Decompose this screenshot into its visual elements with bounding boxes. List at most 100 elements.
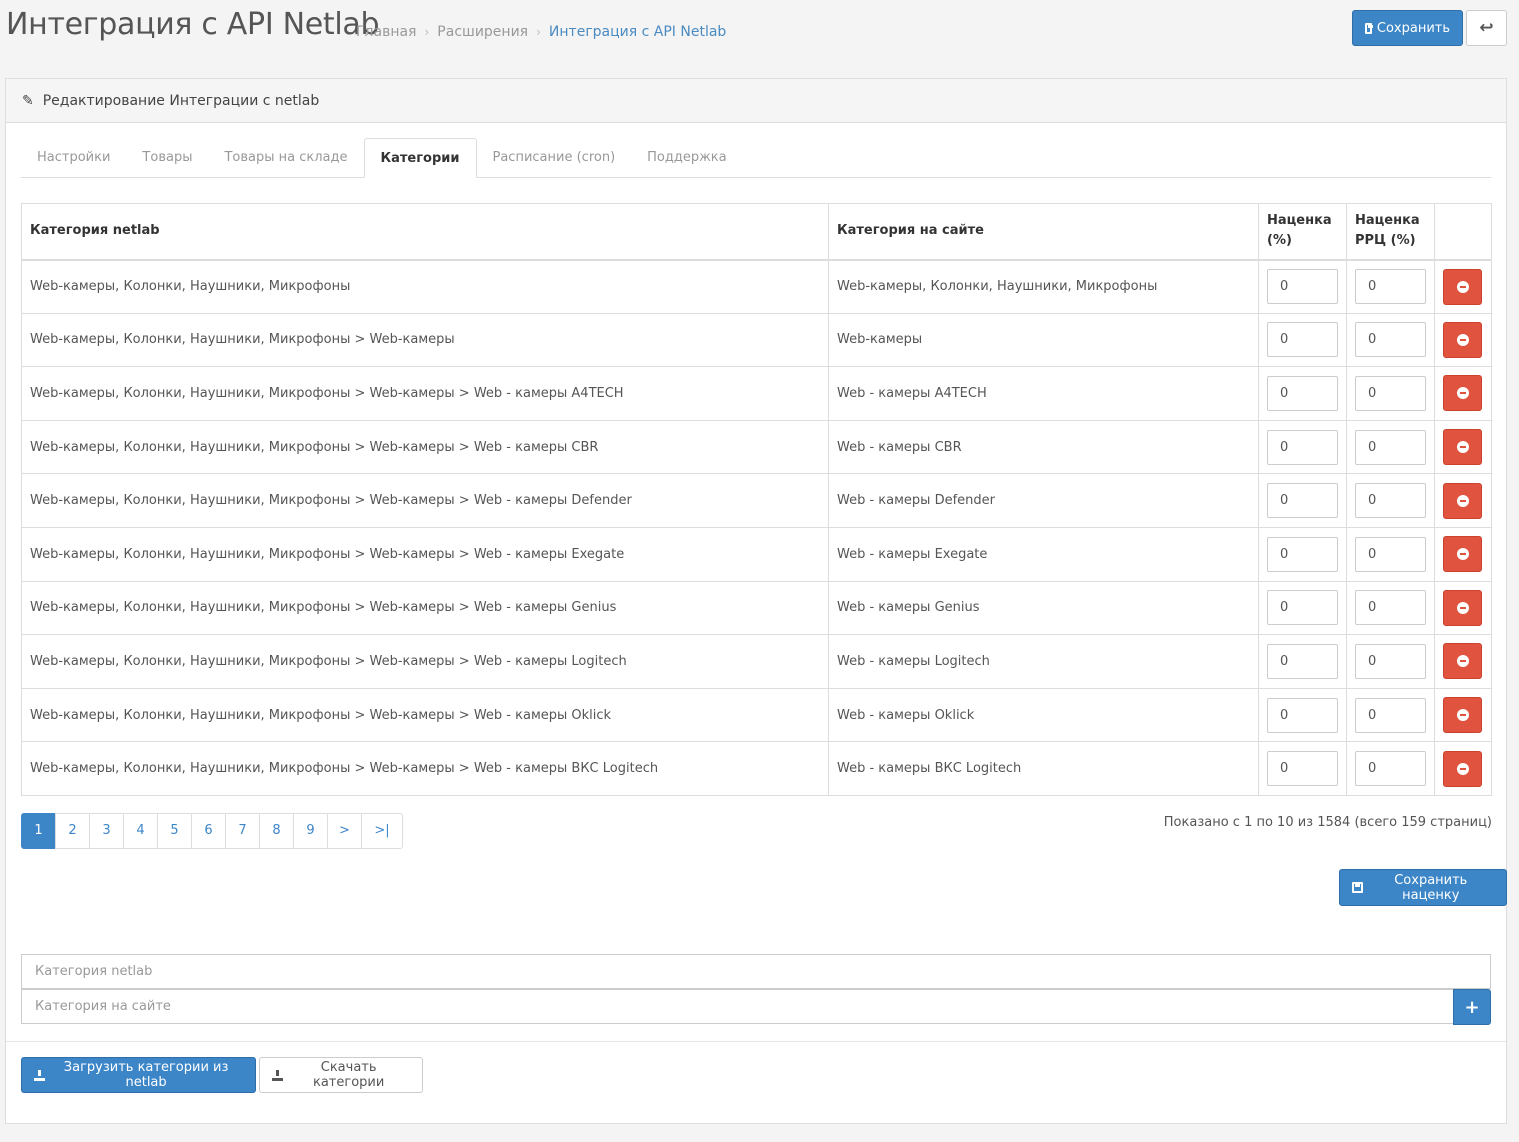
markup-input[interactable] <box>1267 269 1338 305</box>
remove-row-button[interactable] <box>1443 375 1482 412</box>
remove-row-button[interactable] <box>1443 589 1482 626</box>
page-link[interactable]: 3 <box>89 813 124 849</box>
tab-products[interactable]: Товары <box>126 138 208 177</box>
page-link[interactable]: 9 <box>293 813 328 849</box>
markup-input[interactable] <box>1267 483 1338 519</box>
minus-circle-icon <box>1456 387 1469 400</box>
download-icon <box>272 1069 284 1081</box>
breadcrumb-extensions[interactable]: Расширения <box>437 24 528 40</box>
page-link[interactable]: >| <box>361 813 403 849</box>
plus-icon: + <box>1464 996 1480 1018</box>
markup-rrc-input[interactable] <box>1355 590 1426 626</box>
back-button[interactable]: ↩ <box>1466 10 1507 46</box>
remove-row-button[interactable] <box>1443 482 1482 519</box>
breadcrumb-current[interactable]: Интеграция с API Netlab <box>549 24 726 40</box>
tab-settings[interactable]: Настройки <box>21 138 126 177</box>
markup-rrc-input[interactable] <box>1355 429 1426 465</box>
markup-cell <box>1258 366 1347 421</box>
markup-rrc-input[interactable] <box>1355 751 1426 787</box>
tab-bar: Настройки Товары Товары на складе Катего… <box>21 138 1491 178</box>
remove-row-button[interactable] <box>1443 697 1482 734</box>
minus-circle-icon <box>1456 601 1469 614</box>
markup-rrc-input[interactable] <box>1355 375 1426 411</box>
markup-input[interactable] <box>1267 429 1338 465</box>
tab-support[interactable]: Поддержка <box>631 138 743 177</box>
actions-cell <box>1434 259 1492 314</box>
panel-heading: ✎ Редактирование Интеграции с netlab <box>6 79 1506 123</box>
site-category-cell: Web-камеры <box>828 312 1259 368</box>
page-link[interactable]: 5 <box>157 813 192 849</box>
page-link[interactable]: 8 <box>259 813 294 849</box>
panel-heading-text: Редактирование Интеграции с netlab <box>42 92 320 109</box>
markup-cell <box>1258 419 1347 475</box>
markup-input[interactable] <box>1267 643 1338 679</box>
markup-input[interactable] <box>1267 322 1338 358</box>
markup-input[interactable] <box>1267 536 1338 572</box>
header-markup-rrc: Наценка РРЦ (%) <box>1346 203 1435 261</box>
breadcrumb-home[interactable]: Главная <box>356 24 416 40</box>
header-save-label: Сохранить <box>1376 20 1450 36</box>
actions-cell <box>1434 741 1492 796</box>
load-categories-button[interactable]: Загрузить категории из netlab <box>21 1057 256 1093</box>
markup-input[interactable] <box>1267 375 1338 411</box>
pencil-icon: ✎ <box>22 92 34 109</box>
remove-row-button[interactable] <box>1443 321 1482 358</box>
markup-rrc-input[interactable] <box>1355 322 1426 358</box>
site-category-input[interactable] <box>21 989 1454 1024</box>
minus-circle-icon <box>1456 280 1469 293</box>
page-title: Интеграция с API Netlab <box>6 7 380 42</box>
page-link[interactable]: 7 <box>225 813 260 849</box>
remove-row-button[interactable] <box>1443 536 1482 573</box>
actions-cell <box>1434 312 1492 368</box>
save-markup-button[interactable]: Сохранить наценку <box>1339 869 1507 906</box>
page-link[interactable]: 4 <box>123 813 158 849</box>
table-row: Web-камеры, Колонки, Наушники, Микрофоны… <box>21 687 1492 743</box>
table-row: Web-камеры, Колонки, Наушники, Микрофоны… <box>21 259 1492 314</box>
netlab-category-cell: Web-камеры, Колонки, Наушники, Микрофоны… <box>21 312 829 368</box>
netlab-category-cell: Web-камеры, Колонки, Наушники, Микрофоны… <box>21 526 829 582</box>
markup-rrc-cell <box>1346 580 1435 636</box>
markup-rrc-input[interactable] <box>1355 536 1426 572</box>
markup-rrc-input[interactable] <box>1355 483 1426 519</box>
actions-cell <box>1434 526 1492 582</box>
markup-rrc-cell <box>1346 259 1435 314</box>
table-header-row: Категория netlab Категория на сайте Наце… <box>21 203 1492 261</box>
markup-rrc-cell <box>1346 687 1435 743</box>
categories-table: Категория netlab Категория на сайте Наце… <box>21 203 1492 796</box>
site-category-cell: Web - камеры Logitech <box>828 634 1259 689</box>
add-category-button[interactable]: + <box>1453 989 1491 1025</box>
page-link[interactable]: 1 <box>21 813 56 849</box>
markup-input[interactable] <box>1267 697 1338 733</box>
page-link[interactable]: 2 <box>55 813 90 849</box>
table-row: Web-камеры, Колонки, Наушники, Микрофоны… <box>21 312 1492 368</box>
site-category-cell: Web - камеры Oklick <box>828 687 1259 743</box>
netlab-category-cell: Web-камеры, Колонки, Наушники, Микрофоны… <box>21 741 829 796</box>
tab-stock-products[interactable]: Товары на складе <box>208 138 363 177</box>
header-save-button[interactable]: Сохранить <box>1352 10 1463 46</box>
netlab-category-cell: Web-камеры, Колонки, Наушники, Микрофоны… <box>21 473 829 528</box>
markup-input[interactable] <box>1267 751 1338 787</box>
remove-row-button[interactable] <box>1443 750 1482 787</box>
breadcrumb-separator: › <box>424 25 430 39</box>
remove-row-button[interactable] <box>1443 643 1482 680</box>
download-categories-button[interactable]: Скачать категории <box>259 1057 423 1093</box>
download-icon <box>34 1069 46 1081</box>
tab-schedule[interactable]: Расписание (cron) <box>477 138 632 177</box>
table-row: Web-камеры, Колонки, Наушники, Микрофоны… <box>21 580 1492 636</box>
markup-rrc-input[interactable] <box>1355 269 1426 305</box>
tab-categories[interactable]: Категории <box>363 138 477 178</box>
markup-cell <box>1258 259 1347 314</box>
remove-row-button[interactable] <box>1443 268 1482 305</box>
page-link[interactable]: 6 <box>191 813 226 849</box>
page-link[interactable]: > <box>327 813 362 849</box>
minus-circle-icon <box>1456 709 1469 722</box>
netlab-category-input[interactable] <box>21 954 1491 989</box>
markup-rrc-input[interactable] <box>1355 643 1426 679</box>
header-site-category: Категория на сайте <box>828 203 1259 261</box>
table-row: Web-камеры, Колонки, Наушники, Микрофоны… <box>21 419 1492 475</box>
markup-rrc-input[interactable] <box>1355 697 1426 733</box>
minus-circle-icon <box>1456 548 1469 561</box>
markup-input[interactable] <box>1267 590 1338 626</box>
minus-circle-icon <box>1456 333 1469 346</box>
remove-row-button[interactable] <box>1443 429 1482 466</box>
